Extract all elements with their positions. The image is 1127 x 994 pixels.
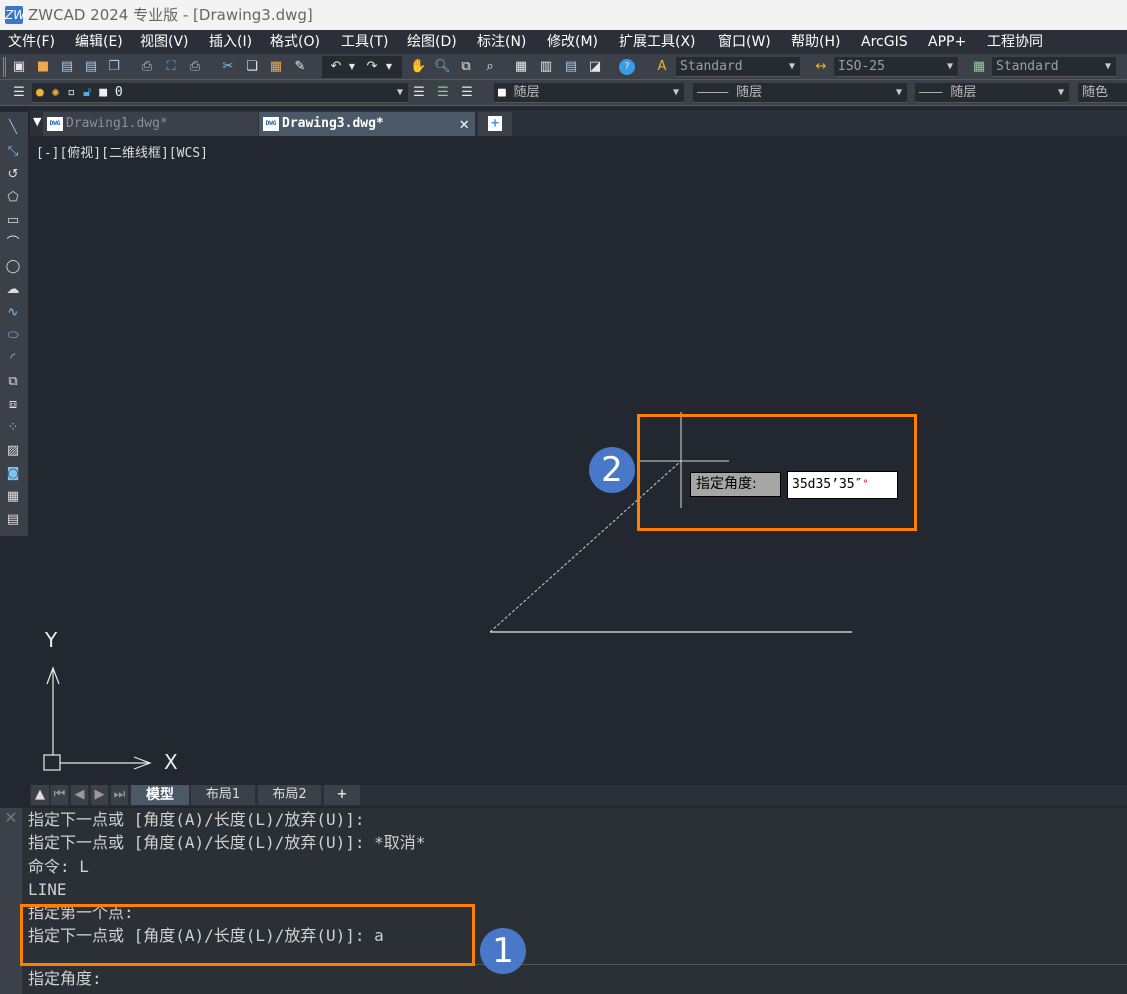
tab-layout1[interactable]: 布局1 — [191, 785, 255, 805]
highlight-box-command — [20, 904, 475, 966]
tab-layout2[interactable]: 布局2 — [258, 785, 321, 805]
scroll-up-icon[interactable]: ▲ — [31, 785, 49, 805]
command-history-line: LINE — [28, 880, 67, 899]
command-history-line: 指定下一点或 [角度(A)/长度(L)/放弃(U)]: — [28, 810, 365, 829]
close-command-window-icon[interactable]: ✕ — [4, 808, 17, 827]
ucs-x-label: X — [164, 750, 178, 774]
command-history-line: 命令: L — [28, 857, 89, 876]
first-layout-icon[interactable]: ⏮ — [51, 785, 68, 805]
layout-tab-bar: ▲ ⏮ ◀ ▶ ⏭ 模型 布局1 布局2 + — [30, 785, 1127, 806]
ucs-y-label: Y — [45, 628, 58, 652]
command-history-line: 指定下一点或 [角度(A)/长度(L)/放弃(U)]: *取消* — [28, 833, 426, 852]
command-window-grip[interactable]: ✕ — [0, 808, 22, 994]
callout-2: 2 — [589, 447, 635, 493]
prev-layout-icon[interactable]: ◀ — [71, 785, 88, 805]
command-input[interactable]: 指定角度: — [28, 968, 102, 990]
ucs-icon — [43, 666, 152, 771]
add-layout-button[interactable]: + — [324, 785, 360, 805]
next-layout-icon[interactable]: ▶ — [91, 785, 108, 805]
last-layout-icon[interactable]: ⏭ — [111, 785, 128, 805]
highlight-box-dynamic-input — [637, 414, 917, 531]
tab-model[interactable]: 模型 — [131, 785, 189, 805]
callout-1: 1 — [480, 928, 526, 974]
